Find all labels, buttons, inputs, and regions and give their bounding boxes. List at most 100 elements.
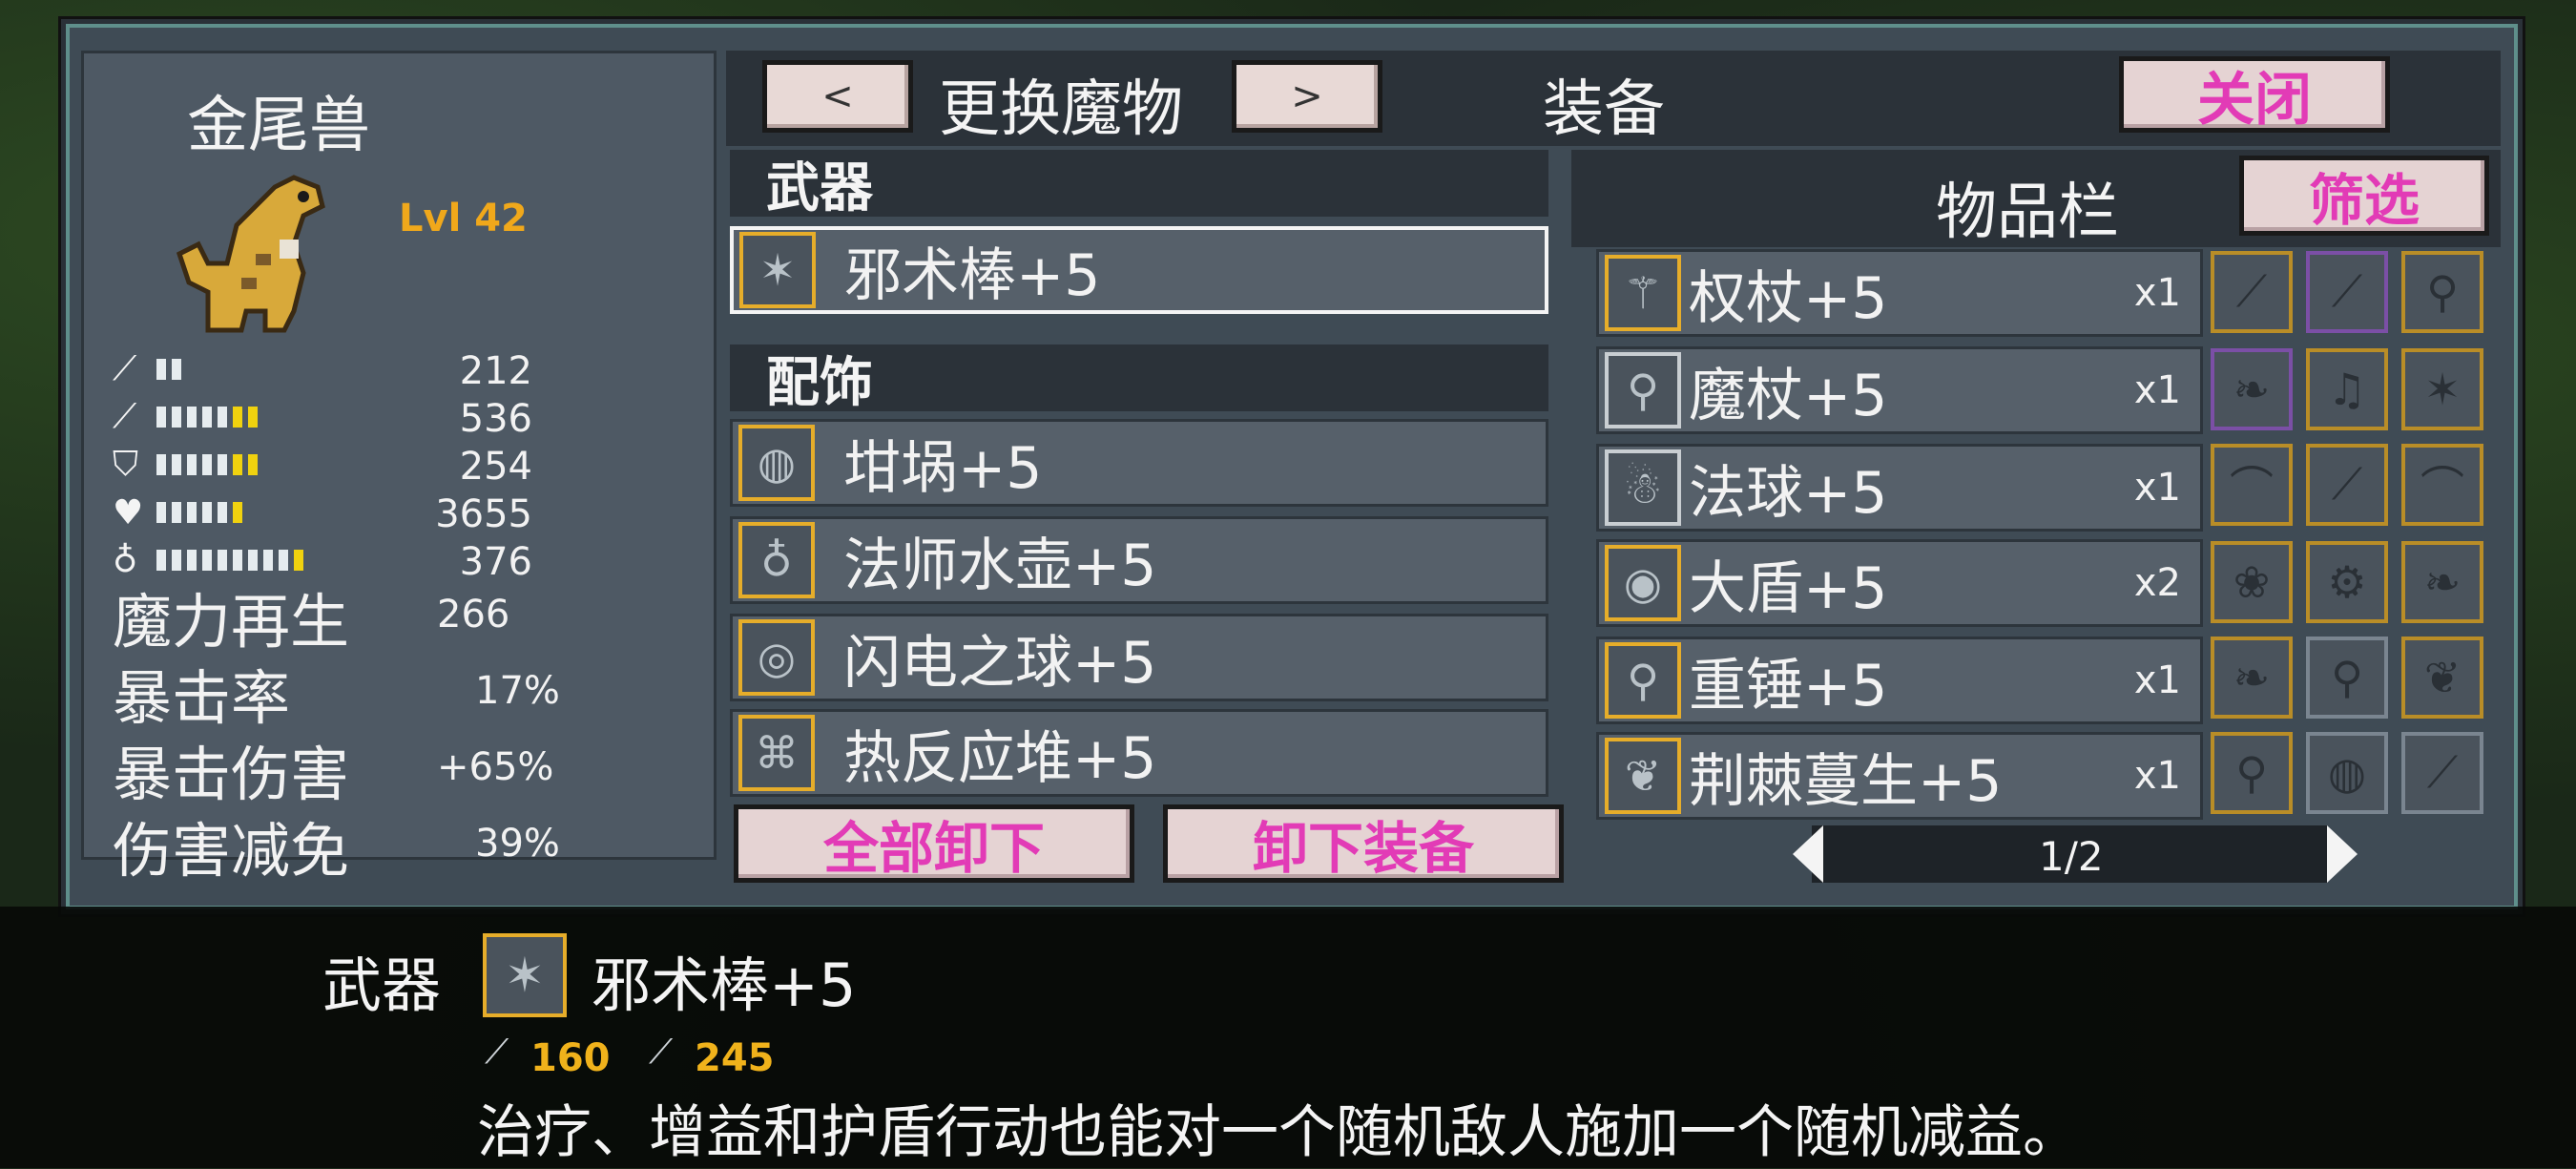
filter-button[interactable]: 筛选	[2239, 156, 2489, 236]
stat-value: 212	[459, 349, 532, 393]
inventory-item-name: 荆棘蔓生+5	[1689, 747, 2003, 815]
flask-icon: ♁	[738, 522, 815, 598]
grid-wand-icon[interactable]: ⟋	[2306, 251, 2388, 333]
inventory-item-name: 大盾+5	[1689, 554, 1888, 622]
heart-icon: ♥	[113, 492, 144, 532]
grid-orb-icon[interactable]: ◍	[2306, 732, 2388, 814]
grid-gear-icon[interactable]: ⚙	[2306, 541, 2388, 623]
detail-item-name: 邪术棒+5	[592, 950, 857, 1020]
inventory-item[interactable]: ⚲ 魔杖+5 x1	[1596, 346, 2203, 434]
stat-bar	[172, 502, 181, 523]
stat-row: ⛉	[113, 443, 263, 487]
stat-bar	[279, 550, 288, 571]
accessory-name: 闪电之球+5	[843, 629, 1157, 697]
monster-level: Lvl 42	[399, 197, 528, 240]
inventory-item-qty: x1	[2133, 271, 2181, 315]
hammer-icon: ⚲	[1605, 642, 1681, 719]
stat-bar-bonus	[248, 454, 258, 475]
accessory-slot-1[interactable]: ◍ 坩埚+5	[730, 419, 1548, 507]
damage-reduction-value: 39%	[475, 822, 560, 866]
stat-bar	[172, 454, 181, 475]
grid-horn-icon[interactable]: ⌒	[2211, 444, 2293, 526]
weapon-slot[interactable]: ✶ 邪术棒+5	[730, 226, 1548, 314]
crystal-ball-icon: ☃	[1605, 449, 1681, 526]
mana-regen-value: 266	[437, 593, 510, 637]
inventory-item[interactable]: ⚚ 权杖+5 x1	[1596, 249, 2203, 337]
inventory-item[interactable]: ☃ 法球+5 x1	[1596, 444, 2203, 532]
damage-reduction-label: 伤害减免	[113, 816, 350, 886]
monster-sprite	[176, 175, 325, 333]
sword-icon: ⟋	[113, 349, 137, 388]
inventory-item-qty: x1	[2133, 368, 2181, 412]
stat-bar	[172, 550, 181, 571]
stat-bar	[218, 502, 227, 523]
stat-bar	[263, 550, 273, 571]
grid-staff-icon[interactable]: ✶	[2401, 348, 2483, 430]
inventory-item-qty: x1	[2133, 658, 2181, 702]
orb-icon: ◎	[738, 619, 815, 696]
grid-sword-icon[interactable]: ⟋	[2401, 732, 2483, 814]
weapon-header: 武器	[730, 150, 1548, 219]
stat-bar	[218, 407, 227, 428]
prev-monster-button[interactable]: <	[762, 60, 913, 133]
grid-thorn-icon[interactable]: ❦	[2401, 637, 2483, 719]
page-indicator: 1/2	[2039, 833, 2104, 880]
big-shield-icon: ◉	[1605, 545, 1681, 621]
stat-bar	[202, 550, 212, 571]
stat-bar	[156, 550, 166, 571]
inventory-title: 物品栏	[1936, 177, 2119, 248]
inventory-item-qty: x1	[2133, 466, 2181, 510]
grid-wand-icon[interactable]: ⚲	[2211, 732, 2293, 814]
wand-icon: ⟋	[113, 397, 137, 436]
grid-leaf-icon[interactable]: ❀	[2211, 541, 2293, 623]
stat-bar	[248, 550, 258, 571]
stat-bar	[187, 502, 197, 523]
stat-bar	[187, 550, 197, 571]
stat-bar	[218, 550, 227, 571]
crit-damage-label: 暴击伤害	[113, 740, 350, 809]
inventory-item[interactable]: ◉ 大盾+5 x2	[1596, 539, 2203, 627]
crit-damage-value: +65%	[437, 745, 554, 789]
inventory-item[interactable]: ⚲ 重锤+5 x1	[1596, 637, 2203, 724]
stat-bar	[202, 407, 212, 428]
stat-value: 376	[459, 540, 532, 584]
accessory-header: 配饰	[730, 344, 1548, 414]
unequip-button[interactable]: 卸下装备	[1163, 804, 1564, 883]
inventory-item[interactable]: ❦ 荆棘蔓生+5 x1	[1596, 732, 2203, 820]
close-button[interactable]: 关闭	[2119, 56, 2390, 134]
unequip-all-button[interactable]: 全部卸下	[734, 804, 1134, 883]
inventory-item-qty: x2	[2133, 561, 2181, 605]
grid-horn-icon[interactable]: ⌒	[2401, 444, 2483, 526]
detail-description: 治疗、增益和护盾行动也能对一个随机敌人施加一个随机减益。	[477, 1099, 2080, 1166]
thorn-icon: ❦	[1605, 738, 1681, 814]
accessory-slot-4[interactable]: ⌘ 热反应堆+5	[730, 709, 1548, 797]
grid-mace-icon[interactable]: ⚲	[2401, 251, 2483, 333]
grid-wand-icon[interactable]: ⟋	[2211, 251, 2293, 333]
accessory-slot-3[interactable]: ◎ 闪电之球+5	[730, 614, 1548, 701]
stat-row: ♥	[113, 491, 248, 534]
grid-wand-icon[interactable]: ⚲	[2306, 637, 2388, 719]
staff-icon: ✶	[739, 232, 816, 308]
stat-bar	[218, 454, 227, 475]
grid-feather-icon[interactable]: ❧	[2211, 348, 2293, 430]
inventory-item-qty: x1	[2133, 754, 2181, 798]
crit-rate-value: 17%	[475, 669, 560, 713]
shield-icon: ⛉	[113, 445, 139, 484]
grid-harp-icon[interactable]: ♫	[2306, 348, 2388, 430]
stat-row: ⟋	[113, 395, 263, 439]
stat-value: 254	[459, 445, 532, 489]
prev-page-icon[interactable]	[1789, 824, 1827, 885]
grid-sword-icon[interactable]: ⟋	[2306, 444, 2388, 526]
pot-icon: ◍	[738, 425, 815, 501]
grid-feather-icon[interactable]: ❧	[2211, 637, 2293, 719]
detail-attack-value: 160	[530, 1036, 611, 1080]
next-monster-button[interactable]: >	[1232, 60, 1382, 133]
grid-feather-icon[interactable]: ❧	[2401, 541, 2483, 623]
stat-bar	[233, 550, 242, 571]
detail-staff-icon: ✶	[483, 933, 567, 1017]
stat-bar	[156, 407, 166, 428]
detail-magic-icon: ⟋	[649, 1033, 674, 1072]
next-page-icon[interactable]	[2323, 824, 2361, 885]
accessory-slot-2[interactable]: ♁ 法师水壶+5	[730, 516, 1548, 604]
inventory-item-name: 权杖+5	[1689, 264, 1888, 332]
